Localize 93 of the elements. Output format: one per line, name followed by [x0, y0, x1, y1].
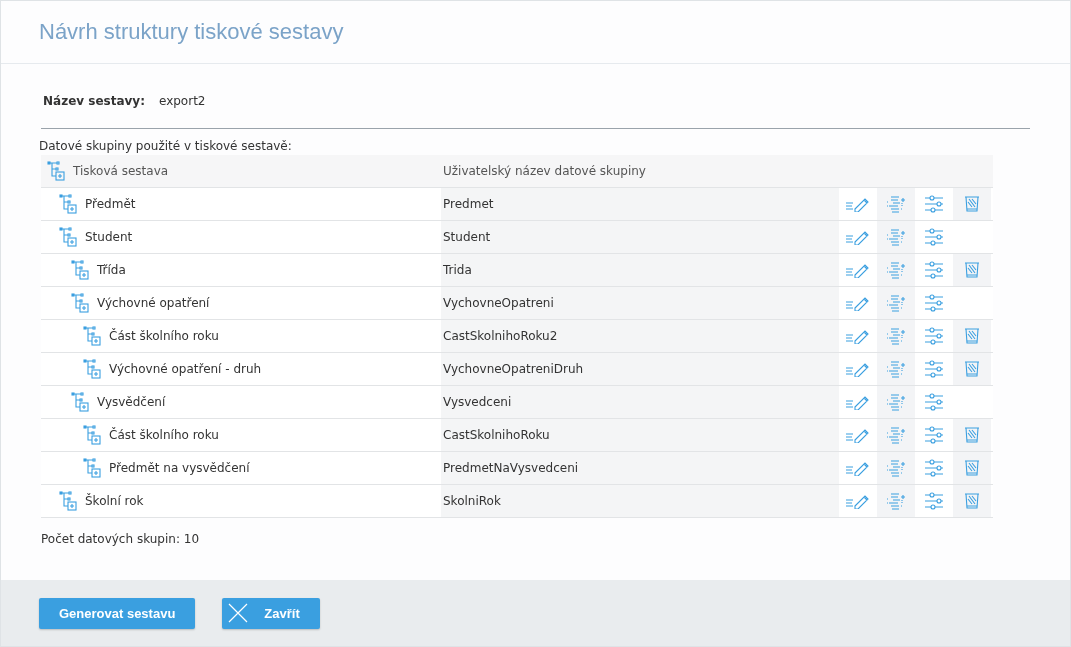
group-name[interactable]: Výchovné opatření - druh: [109, 362, 262, 376]
user-name-cell: VychovneOpatreni: [441, 287, 839, 319]
groups-caption: Datové skupiny použité v tiskové sestavě:: [39, 139, 293, 153]
group-name[interactable]: Výchovné opatření: [97, 296, 210, 310]
edit-icon: [845, 493, 871, 509]
sliders-icon: [924, 228, 944, 246]
list-add-icon: [885, 195, 907, 213]
tree-node-icon: [71, 260, 91, 280]
add-subgroup-button[interactable]: [877, 221, 915, 253]
group-name[interactable]: Třída: [97, 263, 126, 277]
tree-node-icon: [71, 392, 91, 412]
edit-icon: [845, 295, 871, 311]
add-subgroup-button[interactable]: [877, 419, 915, 451]
user-name-cell: Vysvedceni: [441, 386, 839, 418]
add-subgroup-button[interactable]: [877, 287, 915, 319]
group-name[interactable]: Školní rok: [85, 494, 144, 508]
trash-icon: [964, 196, 980, 212]
user-name-cell: PredmetNaVysvedceni: [441, 452, 839, 484]
close-icon: [228, 603, 249, 623]
tree-node-icon: [71, 293, 91, 313]
edit-icon: [845, 394, 871, 410]
delete-button[interactable]: [953, 320, 991, 352]
delete-button[interactable]: [953, 419, 991, 451]
column-header: Tisková sestava: [73, 164, 169, 178]
tree-node-icon: [47, 161, 67, 181]
tree-node-icon: [59, 194, 79, 214]
group-name[interactable]: Část školního roku: [109, 329, 219, 343]
column-header: Uživatelský název datové skupiny: [443, 164, 646, 178]
group-name[interactable]: Vysvědčení: [97, 395, 166, 409]
add-subgroup-button[interactable]: [877, 485, 915, 517]
delete-button[interactable]: [953, 188, 991, 220]
group-name[interactable]: Student: [85, 230, 133, 244]
sliders-icon: [924, 294, 944, 312]
edit-icon: [845, 262, 871, 278]
group-name[interactable]: Předmět na vysvědčení: [109, 461, 250, 475]
list-add-icon: [885, 459, 907, 477]
add-subgroup-button[interactable]: [877, 452, 915, 484]
tree-node-icon: [83, 458, 103, 478]
trash-icon: [964, 460, 980, 476]
trash-icon: [964, 328, 980, 344]
sliders-icon: [924, 195, 944, 213]
list-add-icon: [885, 327, 907, 345]
add-subgroup-button[interactable]: [877, 353, 915, 385]
edit-icon: [845, 196, 871, 212]
delete-button[interactable]: [953, 485, 991, 517]
add-subgroup-button[interactable]: [877, 254, 915, 286]
user-name-cell: Trida: [441, 254, 839, 286]
list-add-icon: [885, 360, 907, 378]
list-add-icon: [885, 393, 907, 411]
add-subgroup-button[interactable]: [877, 386, 915, 418]
group-count: Počet datových skupin: 10: [41, 532, 200, 546]
delete-button[interactable]: [953, 353, 991, 385]
group-name[interactable]: Část školního roku: [109, 428, 219, 442]
report-name-label: Název sestavy:: [43, 94, 145, 108]
trash-icon: [964, 493, 980, 509]
user-name-cell: VychovneOpatreniDruh: [441, 353, 839, 385]
edit-icon: [845, 427, 871, 443]
list-add-icon: [885, 228, 907, 246]
tree-node-icon: [83, 326, 103, 346]
user-name-cell: CastSkolnihoRoku2: [441, 320, 839, 352]
sliders-icon: [924, 261, 944, 279]
tree-node-icon: [83, 359, 103, 379]
report-name-value: export2: [158, 94, 206, 108]
list-add-icon: [885, 426, 907, 444]
tree-node-icon: [59, 227, 79, 247]
sliders-icon: [924, 393, 944, 411]
user-name-cell: CastSkolnihoRoku: [441, 419, 839, 451]
sliders-icon: [924, 459, 944, 477]
sliders-icon: [924, 426, 944, 444]
trash-icon: [964, 361, 980, 377]
sliders-icon: [924, 327, 944, 345]
list-add-icon: [885, 294, 907, 312]
sliders-icon: [924, 360, 944, 378]
list-add-icon: [885, 492, 907, 510]
user-name-cell: Predmet: [441, 188, 839, 220]
list-add-icon: [885, 261, 907, 279]
delete-button[interactable]: [953, 254, 991, 286]
user-name-cell: SkolniRok: [441, 485, 839, 517]
edit-icon: [845, 361, 871, 377]
tree-node-icon: [83, 425, 103, 445]
group-name[interactable]: Předmět: [85, 197, 136, 211]
user-name-cell: Student: [441, 221, 839, 253]
trash-icon: [964, 427, 980, 443]
trash-icon: [964, 262, 980, 278]
delete-button[interactable]: [953, 452, 991, 484]
edit-icon: [845, 229, 871, 245]
sliders-icon: [924, 492, 944, 510]
tree-node-icon: [59, 491, 79, 511]
add-subgroup-button[interactable]: [877, 320, 915, 352]
edit-icon: [845, 460, 871, 476]
edit-icon: [845, 328, 871, 344]
add-subgroup-button[interactable]: [877, 188, 915, 220]
dialog-title: Návrh struktury tiskové sestavy: [39, 19, 344, 45]
